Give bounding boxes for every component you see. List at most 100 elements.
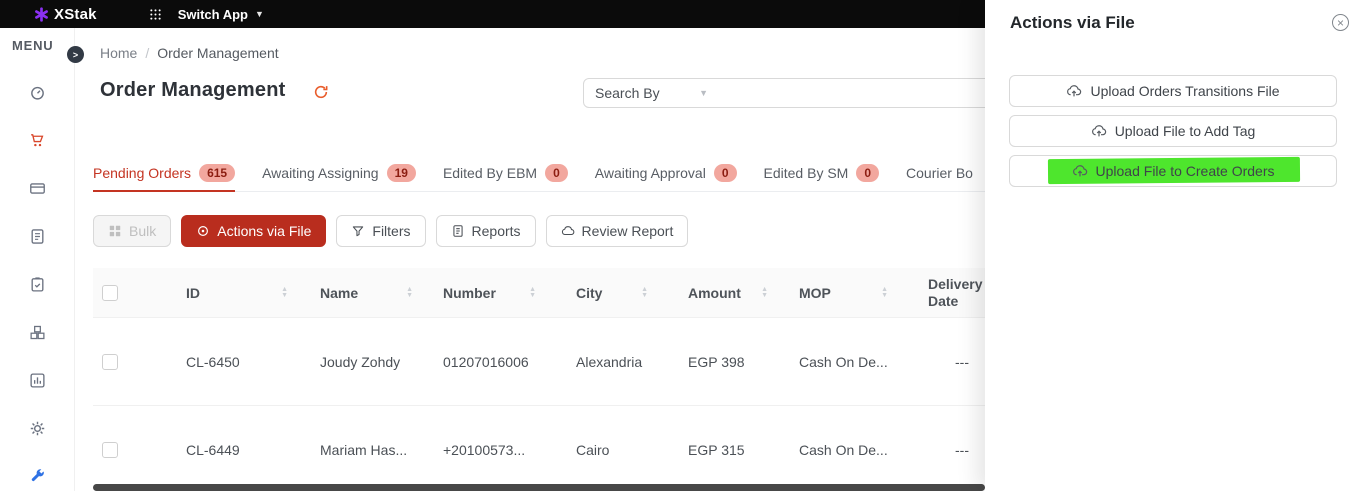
filters-label: Filters bbox=[372, 223, 410, 239]
sort-icons[interactable]: ▲▼ bbox=[881, 287, 888, 299]
tab-label: Courier Bo bbox=[906, 165, 973, 181]
cell-delivery-date: --- bbox=[910, 318, 988, 405]
cloud-icon bbox=[561, 224, 575, 238]
drawer-body: Upload Orders Transitions File Upload Fi… bbox=[1009, 75, 1337, 195]
brand-logo[interactable]: XStak bbox=[34, 6, 97, 23]
page-title: Order Management bbox=[100, 79, 285, 102]
sort-icons[interactable]: ▲▼ bbox=[529, 287, 536, 299]
actions-via-file-button[interactable]: Actions via File bbox=[181, 215, 326, 247]
brand-name: XStak bbox=[54, 6, 97, 23]
upload-file-to-create-orders-label: Upload File to Create Orders bbox=[1096, 163, 1275, 179]
cell-city: Cairo bbox=[558, 406, 670, 491]
tab-awaiting-approval[interactable]: Awaiting Approval 0 bbox=[595, 155, 737, 192]
horizontal-scrollbar[interactable] bbox=[93, 484, 985, 491]
tab-count-badge: 615 bbox=[199, 164, 235, 182]
upload-cloud-icon bbox=[1091, 123, 1107, 139]
cell-id: CL-6450 bbox=[178, 318, 310, 405]
upload-file-to-add-tag-button[interactable]: Upload File to Add Tag bbox=[1009, 115, 1337, 147]
dashboard-gauge-icon[interactable] bbox=[29, 84, 46, 101]
tabs-bar: Pending Orders 615 Awaiting Assigning 19… bbox=[93, 155, 1133, 192]
tab-label: Edited By EBM bbox=[443, 165, 537, 181]
sort-icons[interactable]: ▲▼ bbox=[761, 287, 768, 299]
sidebar: MENU bbox=[0, 28, 75, 491]
cell-name: Mariam Has... bbox=[310, 406, 435, 491]
upload-file-to-create-orders-button[interactable]: Upload File to Create Orders bbox=[1009, 155, 1337, 187]
bulk-button[interactable]: Bulk bbox=[93, 215, 171, 247]
cell-mop: Cash On De... bbox=[790, 406, 910, 491]
search-by-label: Search By bbox=[595, 85, 660, 101]
menu-label: MENU bbox=[12, 38, 53, 53]
drawer-title: Actions via File bbox=[1010, 13, 1135, 33]
tab-courier-booking[interactable]: Courier Bo bbox=[906, 155, 973, 192]
column-header-mop: MOP bbox=[799, 285, 831, 301]
tab-edited-by-ebm[interactable]: Edited By EBM 0 bbox=[443, 155, 568, 192]
bulk-label: Bulk bbox=[129, 223, 156, 239]
clipboard-check-icon[interactable] bbox=[29, 276, 46, 293]
cell-number: 01207016006 bbox=[435, 318, 558, 405]
bulk-grid-icon bbox=[108, 224, 122, 238]
cell-mop: Cash On De... bbox=[790, 318, 910, 405]
breadcrumb-current: Order Management bbox=[157, 45, 278, 61]
row-checkbox[interactable] bbox=[102, 442, 118, 458]
breadcrumb-separator: / bbox=[145, 45, 149, 61]
tab-label: Pending Orders bbox=[93, 165, 191, 181]
tab-label: Edited By SM bbox=[764, 165, 849, 181]
tab-count-badge: 0 bbox=[856, 164, 879, 182]
close-icon[interactable]: × bbox=[1332, 14, 1349, 31]
cell-amount: EGP 398 bbox=[670, 318, 790, 405]
reports-button[interactable]: Reports bbox=[436, 215, 536, 247]
tab-count-badge: 19 bbox=[387, 164, 416, 182]
select-all-checkbox[interactable] bbox=[102, 285, 118, 301]
table-row[interactable]: CL-6449 Mariam Has... +20100573... Cairo… bbox=[93, 406, 988, 491]
sidebar-collapse-button[interactable]: > bbox=[67, 46, 84, 63]
settings-gear-icon[interactable] bbox=[29, 420, 46, 437]
column-header-id: ID bbox=[186, 285, 200, 301]
analytics-chart-icon[interactable] bbox=[29, 372, 46, 389]
upload-orders-transitions-file-button[interactable]: Upload Orders Transitions File bbox=[1009, 75, 1337, 107]
search-by-select[interactable]: Search By ▼ bbox=[583, 78, 720, 108]
sort-icons[interactable]: ▲▼ bbox=[406, 287, 413, 299]
breadcrumb-home[interactable]: Home bbox=[100, 45, 137, 61]
upload-file-to-add-tag-label: Upload File to Add Tag bbox=[1115, 123, 1256, 139]
orders-cart-icon[interactable] bbox=[29, 132, 46, 149]
column-header-name: Name bbox=[320, 285, 358, 301]
apps-grid-icon[interactable] bbox=[149, 8, 162, 21]
switch-app-label: Switch App bbox=[178, 7, 248, 22]
table-header-row: ID▲▼ Name▲▼ Number▲▼ City▲▼ Amount▲▼ MOP… bbox=[93, 268, 988, 318]
tab-awaiting-assigning[interactable]: Awaiting Assigning 19 bbox=[262, 155, 416, 192]
filters-button[interactable]: Filters bbox=[336, 215, 425, 247]
column-header-city: City bbox=[576, 285, 602, 301]
table-row[interactable]: CL-6450 Joudy Zohdy 01207016006 Alexandr… bbox=[93, 318, 988, 406]
switch-app-button[interactable]: Switch App ▼ bbox=[178, 7, 264, 22]
tab-pending-orders[interactable]: Pending Orders 615 bbox=[93, 155, 235, 192]
funnel-icon bbox=[351, 224, 365, 238]
tab-count-badge: 0 bbox=[714, 164, 737, 182]
sort-icons[interactable]: ▲▼ bbox=[641, 287, 648, 299]
row-checkbox[interactable] bbox=[102, 354, 118, 370]
billing-card-icon[interactable] bbox=[29, 180, 46, 197]
tab-edited-by-sm[interactable]: Edited By SM 0 bbox=[764, 155, 880, 192]
select-chevron-icon: ▼ bbox=[699, 88, 708, 98]
toolbar: Bulk Actions via File Filters Reports Re… bbox=[93, 215, 688, 247]
inventory-boxes-icon[interactable] bbox=[29, 324, 46, 341]
review-report-label: Review Report bbox=[582, 223, 674, 239]
cell-amount: EGP 315 bbox=[670, 406, 790, 491]
actions-via-file-drawer: Actions via File × Upload Orders Transit… bbox=[985, 0, 1360, 491]
refresh-icon[interactable] bbox=[313, 84, 329, 100]
sort-icons[interactable]: ▲▼ bbox=[281, 287, 288, 299]
actions-via-file-label: Actions via File bbox=[217, 223, 311, 239]
cell-city: Alexandria bbox=[558, 318, 670, 405]
cell-delivery-date: --- bbox=[910, 406, 988, 491]
tools-wrench-icon[interactable] bbox=[29, 468, 46, 485]
review-report-button[interactable]: Review Report bbox=[546, 215, 689, 247]
column-header-delivery-date: Delivery Date bbox=[928, 276, 988, 310]
cell-id: CL-6449 bbox=[178, 406, 310, 491]
breadcrumb: Home / Order Management bbox=[100, 45, 279, 61]
xstak-flower-icon bbox=[34, 7, 49, 22]
tab-label: Awaiting Approval bbox=[595, 165, 706, 181]
document-icon[interactable] bbox=[29, 228, 46, 245]
target-icon bbox=[196, 224, 210, 238]
upload-cloud-icon bbox=[1072, 163, 1088, 179]
tab-label: Awaiting Assigning bbox=[262, 165, 378, 181]
column-header-number: Number bbox=[443, 285, 496, 301]
